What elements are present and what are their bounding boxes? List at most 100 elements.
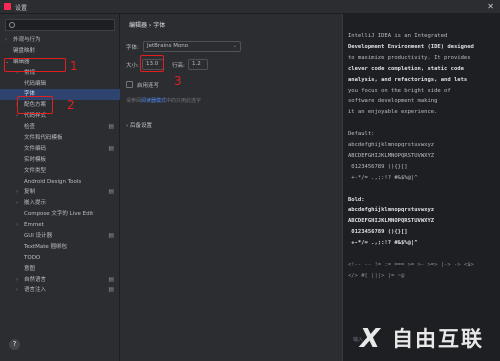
sidebar-item[interactable]: 键盘映射 [0, 46, 120, 57]
sidebar-item[interactable]: TODO [0, 253, 120, 264]
annotation-box-editor [4, 58, 66, 72]
sidebar-item[interactable]: TextMate 捆绑包 [0, 242, 120, 253]
sidebar-item-label: 嵌入提示 [24, 200, 47, 207]
help-icon[interactable]: ? [9, 339, 20, 350]
sidebar-item[interactable]: › Emmet [0, 220, 120, 231]
hint-prefix: 请参阅 [126, 98, 142, 104]
sidebar-item-label: 文件和代码模板 [24, 135, 63, 142]
search-input[interactable] [5, 19, 115, 31]
sidebar-item-label: 代码编辑 [24, 80, 47, 87]
font-select[interactable]: JetBrains Mono ⌄ [143, 41, 241, 52]
font-label: 字体: [126, 45, 139, 51]
sidebar-item-label: TextMate 捆绑包 [24, 243, 68, 250]
sidebar-item-label: Compose 文字的 Live Edit [24, 211, 94, 218]
sidebar-item[interactable]: Android Design Tools [0, 177, 120, 188]
preview-line: software development making [348, 98, 438, 105]
preview-line: +-*/= .,;:!? #&$%@|^ [348, 174, 418, 181]
sidebar-item[interactable]: › 外观与行为 [0, 35, 120, 46]
sidebar-item-label: 文件编码 [24, 145, 47, 152]
preview-line: 0123456789 (){}[] [348, 229, 408, 236]
project-settings-icon: ▤ [108, 144, 114, 152]
chevron-right-icon: › [126, 123, 129, 129]
sidebar-item[interactable]: 文件类型 [0, 166, 120, 177]
app-icon [4, 3, 11, 10]
sidebar-item-label: 实时模板 [24, 156, 47, 163]
sidebar-item[interactable]: 代码编辑 [0, 79, 120, 90]
sidebar-item[interactable]: › 复制 ▤ [0, 187, 120, 198]
preview-line: </> #[ |||> |= ~@ [348, 272, 405, 279]
sidebar-item-label: 文件类型 [24, 167, 47, 174]
close-icon[interactable]: ✕ [487, 2, 494, 11]
sidebar-item-label: GUI 设计器 [24, 233, 53, 240]
chevron-right-icon[interactable]: › [16, 220, 18, 231]
chevron-right-icon[interactable]: › [16, 275, 18, 286]
preview-line: ABCDEFGHIJKLMNOPQRSTUVWXYZ [348, 152, 435, 159]
preview-line: it an enjoyable experience. [348, 109, 438, 116]
preview-line: abcdefghijklmnopqrstuvwxyz [348, 207, 435, 214]
preview-line: analysis, and refactorings, and lets [348, 76, 468, 83]
sidebar-item[interactable]: 意图 [0, 264, 120, 275]
sidebar-item-label: 自然语言 [24, 276, 47, 283]
title-bar: 设置 ✕ [0, 0, 500, 14]
ligatures-checkbox[interactable] [126, 81, 133, 88]
preview-line: Development Environment (IDE) designed [348, 43, 474, 50]
annotation-box-size [140, 55, 164, 72]
line-height-label: 行高: [172, 63, 185, 69]
annotation-box-font [17, 96, 53, 114]
preview-line: 0123456789 (){}[] [348, 163, 408, 170]
annotation-number-3: 3 [174, 74, 182, 88]
reader-mode-link[interactable]: 阅读器模式 [141, 98, 166, 104]
settings-tree: › 外观与行为 键盘映射 ⌄ 编辑器 › 常规 代码编辑 字体 › 配色方案 › 代码样式 检查 ▤ 文件和代… [0, 35, 120, 296]
chevron-right-icon[interactable]: › [5, 35, 7, 46]
sidebar-item[interactable]: Compose 文字的 Live Edit [0, 209, 120, 220]
watermark-logo: X 自由互联 [360, 324, 498, 354]
chevron-right-icon[interactable]: › [16, 187, 18, 198]
chevron-right-icon[interactable]: › [16, 285, 18, 296]
project-settings-icon: ▤ [108, 286, 114, 294]
hint-suffix: 中的只用此连字 [166, 98, 202, 104]
project-settings-icon: ▤ [108, 232, 114, 240]
size-label: 大小: [126, 63, 139, 69]
breadcrumb: 编辑器 › 字体 [129, 22, 166, 29]
font-select-value: JetBrains Mono [147, 43, 189, 49]
preview-line: ABCDEFGHIJKLMNOPQRSTUVWXYZ [348, 218, 435, 225]
sidebar-item-label: 复制 [24, 189, 36, 196]
preview-line: Bold: [348, 196, 365, 203]
preview-line: to maximize productivity. It provides [348, 54, 471, 61]
fallback-settings-toggle[interactable]: › 后备设置 [126, 121, 152, 129]
sidebar-item[interactable]: › 嵌入提示 [0, 198, 120, 209]
sidebar-item[interactable]: 检查 ▤ [0, 122, 120, 133]
line-height-input[interactable]: 1.2 [188, 59, 208, 70]
chevron-down-icon: ⌄ [232, 43, 237, 49]
project-settings-icon: ▤ [108, 123, 114, 131]
sidebar-item[interactable]: › 自然语言 ▤ [0, 275, 120, 286]
sidebar-item[interactable]: 文件编码 ▤ [0, 144, 120, 155]
sidebar-item-label: Emmet [24, 222, 44, 229]
annotation-number-1: 1 [70, 59, 78, 73]
watermark-x: X [360, 324, 381, 354]
sidebar-item-label: 外观与行为 [13, 37, 41, 43]
search-icon [9, 22, 15, 28]
annotation-number-2: 2 [67, 98, 75, 112]
preview-line: clever code completion, static code [348, 65, 464, 72]
font-preview-pane[interactable]: IntelliJ IDEA is an Integrated Developmen… [342, 14, 500, 361]
preview-line: you focus on the bright side of [348, 87, 451, 94]
sidebar-item[interactable]: 实时模板 [0, 155, 120, 166]
watermark-text: 自由互联 [392, 327, 484, 351]
project-settings-icon: ▤ [108, 275, 114, 283]
sidebar-item-label: 检查 [24, 124, 36, 131]
ligatures-hint: 请参阅阅读器模式中的只用此连字 [126, 97, 201, 104]
sidebar-item[interactable]: GUI 设计器 ▤ [0, 231, 120, 242]
sidebar-item[interactable]: 文件和代码模板 [0, 133, 120, 144]
line-height-value: 1.2 [192, 61, 201, 67]
preview-line: IntelliJ IDEA is an Integrated [348, 33, 448, 39]
sidebar-item-label: 键盘映射 [13, 47, 36, 54]
sidebar-item-label: 意图 [24, 265, 36, 272]
project-settings-icon: ▤ [108, 188, 114, 196]
preview-line: <!-- -- != := === >= >- >=> |-> -> <$> [348, 261, 474, 268]
fallback-settings-label: 后备设置 [129, 123, 152, 129]
sidebar-item-label: TODO [24, 254, 41, 261]
chevron-right-icon[interactable]: › [16, 198, 18, 209]
sidebar-item[interactable]: › 语言注入 ▤ [0, 285, 120, 296]
preview-line: abcdefghijklmnopqrstuvwxyz [348, 142, 435, 148]
